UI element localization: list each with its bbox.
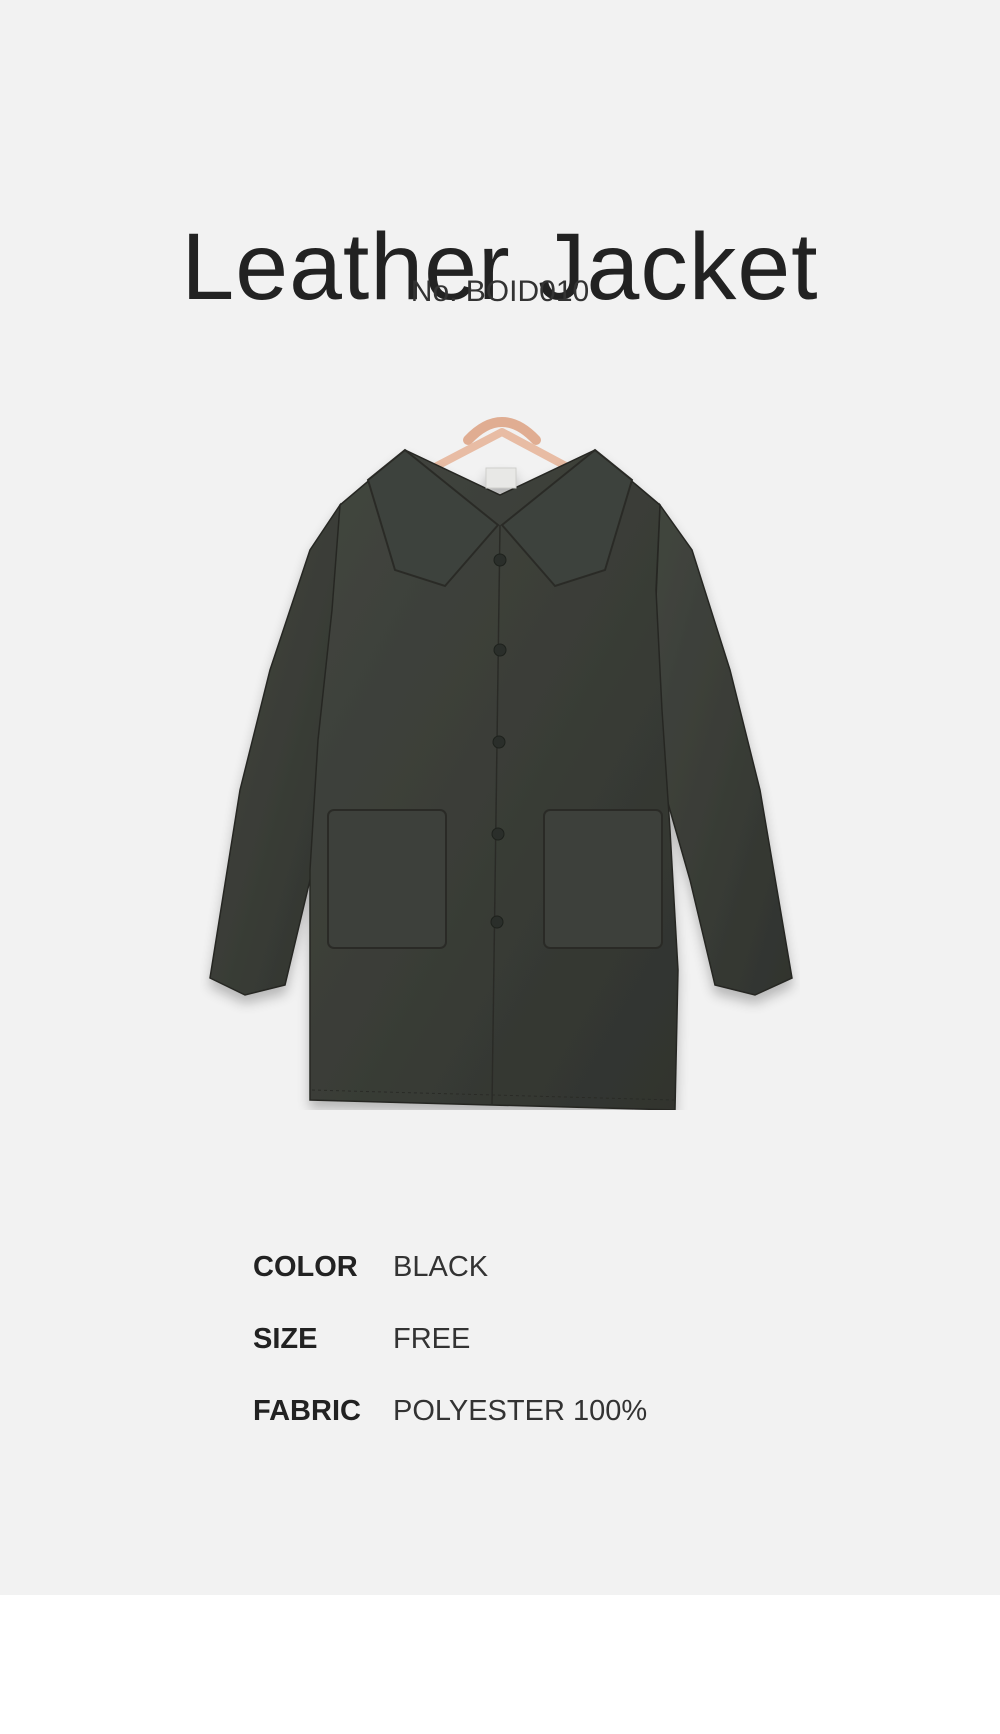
product-specs: COLOR BLACK SIZE FREE FABRIC POLYESTER 1… xyxy=(253,1245,853,1461)
product-detail-panel: Leather Jacket No. BOID010 COLOR BLACK S… xyxy=(0,0,1000,1595)
spec-value: FREE xyxy=(393,1322,471,1355)
spec-row-color: COLOR BLACK xyxy=(253,1245,853,1289)
spec-value: POLYESTER 100% xyxy=(393,1394,648,1427)
product-jacket-image xyxy=(209,417,793,1110)
product-number: No. BOID010 xyxy=(410,275,590,308)
left-pocket xyxy=(327,809,447,949)
page-footer-blank xyxy=(0,1595,1000,1734)
collar-label xyxy=(485,467,517,489)
right-pocket xyxy=(543,809,663,949)
spec-label: SIZE xyxy=(253,1322,318,1355)
spec-row-fabric: FABRIC POLYESTER 100% xyxy=(253,1389,853,1433)
spec-label: FABRIC xyxy=(253,1394,361,1427)
spec-label: COLOR xyxy=(253,1250,358,1283)
spec-row-size: SIZE FREE xyxy=(253,1317,853,1361)
spec-value: BLACK xyxy=(393,1250,489,1283)
